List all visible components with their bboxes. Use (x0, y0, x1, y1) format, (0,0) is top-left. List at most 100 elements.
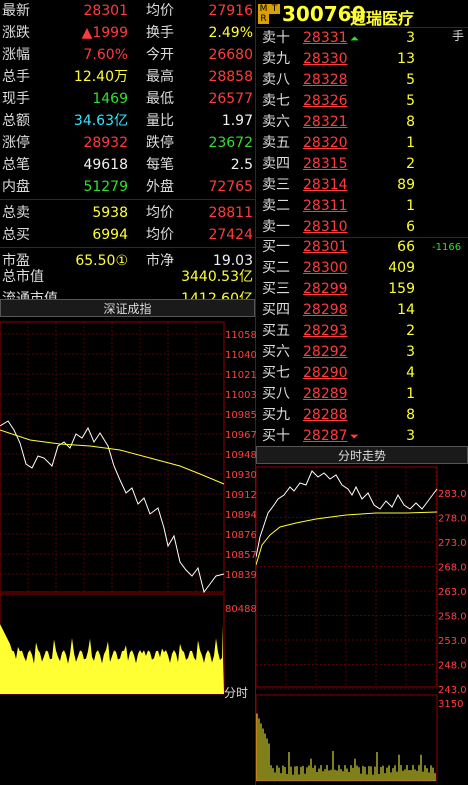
level-label: 卖六 (262, 114, 290, 130)
quote-label: 涨停 (2, 135, 30, 151)
quote-label: 总额 (2, 113, 30, 129)
quote-label: 涨幅 (2, 47, 30, 63)
bid-row[interactable]: 买十 28287 3 ⏷ (257, 426, 468, 447)
level-label: 买二 (262, 260, 290, 276)
quote-row: 总手 12.40万 最高 28858 (0, 66, 255, 88)
level-volume: 13 (397, 51, 415, 67)
y-tick-label: 10912 (225, 490, 256, 501)
ask-row[interactable]: 卖二 28311 1 (257, 196, 468, 217)
level-volume: 8 (406, 114, 415, 130)
y-tick-label: 258.0 (438, 612, 467, 623)
badge-t: T (269, 4, 280, 14)
stock-intraday-chart: 283.0 278.0 273.0 268.0 263.0 258.0 253.0 248.0… (256, 466, 467, 782)
quote-value: 6994 (92, 227, 128, 243)
quote-value: 28301 (83, 3, 128, 19)
level-volume: 1 (406, 386, 415, 402)
ask-row[interactable]: 卖三 28314 89 (257, 175, 468, 196)
quote-label-2: 换手 (146, 25, 174, 41)
ask-row[interactable]: 卖六 28321 8 (257, 112, 468, 133)
level-price: 28289 (303, 386, 348, 402)
level-price: 28290 (303, 365, 348, 381)
quote-label-2: 均价 (146, 205, 174, 221)
quote-label-2: 每笔 (146, 157, 174, 173)
bid-row[interactable]: 买四 28298 14 (257, 300, 468, 321)
bid-row[interactable]: 买六 28292 3 (257, 342, 468, 363)
book-divider (255, 237, 468, 238)
bid-row[interactable]: 买二 28300 409 (257, 258, 468, 279)
bid-row[interactable]: 买五 28293 2 (257, 321, 468, 342)
level-price: 28314 (303, 177, 348, 193)
quote-label: 总买 (2, 227, 30, 243)
y-tick-label: 243.0 (438, 685, 467, 696)
y-tick-label: 10948 (225, 450, 256, 461)
quote-label-2: 外盘 (146, 179, 174, 195)
quote-value: 5938 (92, 205, 128, 221)
level-label: 买六 (262, 344, 290, 360)
level-volume: 1 (406, 198, 415, 214)
quote-row: 总额 34.63亿 量比 1.97 (0, 110, 255, 132)
mv-value: 3440.53亿 (181, 269, 253, 285)
level-price: 28293 (303, 323, 348, 339)
bid-row[interactable]: 买九 28288 8 (257, 405, 468, 426)
quote-value: 28932 (83, 135, 128, 151)
stock-panel-title[interactable]: 分时走势 (256, 446, 468, 464)
quote-value: ▲1999 (81, 25, 128, 41)
level-price: 28298 (303, 302, 348, 318)
quote-label-2: 今开 (146, 47, 174, 63)
index-volume-bars (0, 624, 224, 694)
bid-row[interactable]: 买八 28289 1 (257, 384, 468, 405)
quote-value: 51279 (83, 179, 128, 195)
y-tick-label: 268.0 (438, 563, 467, 574)
level-price: 28301 (303, 239, 348, 255)
quote-value-2: 26577 (208, 91, 253, 107)
quote-label: 最新 (2, 3, 30, 19)
bid-row[interactable]: 买三 28299 159 (257, 279, 468, 300)
level-volume: 3 (406, 30, 415, 46)
quote-label-2: 量比 (146, 113, 174, 129)
bid-row[interactable]: 买一 28301 66 -1166 (257, 237, 468, 258)
level-volume: 2 (406, 156, 415, 172)
index-panel-title[interactable]: 深证成指 (0, 299, 255, 317)
level-price: 28288 (303, 407, 348, 423)
level-label: 买十 (262, 428, 290, 444)
level-price: 28328 (303, 72, 348, 88)
level-label: 卖八 (262, 72, 290, 88)
level-label: 卖五 (262, 135, 290, 151)
quote-label: 总卖 (2, 205, 30, 221)
quote-row: 总笔 49618 每笔 2.5 (0, 154, 255, 176)
quote-value: 1469 (92, 91, 128, 107)
ask-row[interactable]: 卖七 28326 5 (257, 91, 468, 112)
level-volume: 89 (397, 177, 415, 193)
y-tick-label: 11058 (225, 330, 256, 341)
quote-value: 7.60% (83, 47, 128, 63)
stock-name[interactable]: 迈瑞医疗 (350, 5, 414, 29)
quote-label: 涨跌 (2, 25, 30, 41)
bid-delta: -1166 (432, 242, 462, 253)
quote-label-2: 最低 (146, 91, 174, 107)
quote-label-2: 均价 (146, 227, 174, 243)
quote-value-2: 23672 (208, 135, 253, 151)
y-tick-label: 10967 (225, 430, 256, 441)
level-price: 28287 (303, 428, 348, 444)
ask-row[interactable]: 卖五 28320 1 (257, 133, 468, 154)
ask-row[interactable]: 卖九 28330 13 (257, 49, 468, 70)
level-price: 28326 (303, 93, 348, 109)
level-volume: 5 (406, 93, 415, 109)
y-tick-label: 11040 (225, 350, 256, 361)
ask-row[interactable]: 卖四 28315 2 (257, 154, 468, 175)
ask-row[interactable]: 卖一 28310 6 (257, 217, 468, 238)
y-tick-label: 10857 (225, 550, 256, 561)
quote-value-2: 1.97 (221, 113, 253, 129)
y-tick-label: 10894 (225, 510, 256, 521)
bid-row[interactable]: 买七 28290 4 (257, 363, 468, 384)
quote-value-2: 72765 (208, 179, 253, 195)
level-label: 买五 (262, 323, 290, 339)
ask-row[interactable]: 卖十 28331 3 ⏶ (257, 28, 468, 49)
level-price: 28310 (303, 219, 348, 235)
level-price: 28321 (303, 114, 348, 130)
level-label: 买八 (262, 386, 290, 402)
ask-row[interactable]: 卖八 28328 5 (257, 70, 468, 91)
level-label: 卖二 (262, 198, 290, 214)
quote-label: 总笔 (2, 157, 30, 173)
margin-trading-badge: M T R (258, 4, 280, 24)
